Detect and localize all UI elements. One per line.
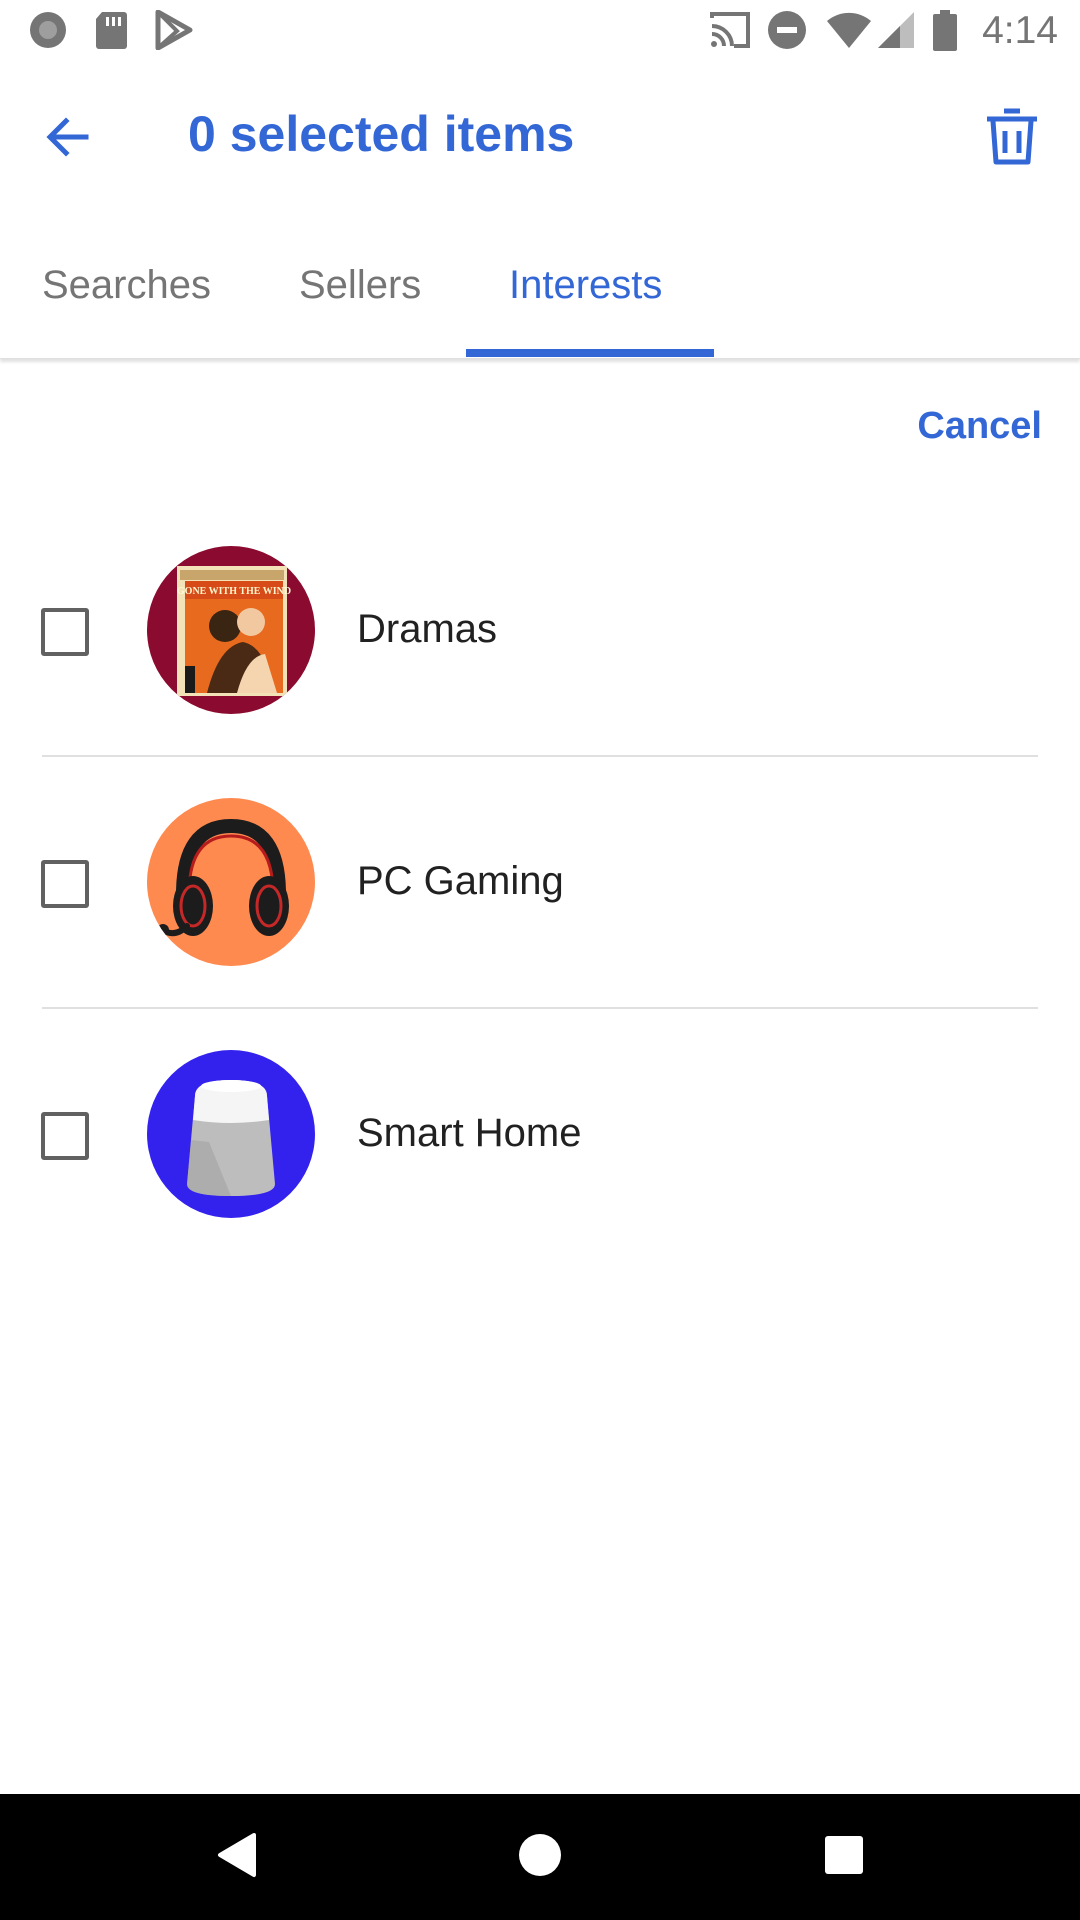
dvd-title-text: GONE WITH THE WIND xyxy=(177,586,291,597)
smart-home-avatar xyxy=(147,1050,315,1218)
system-nav-bar xyxy=(0,1794,1080,1920)
tab-sellers[interactable]: Sellers xyxy=(299,263,421,308)
list-item[interactable]: GONE WITH THE WIND Dramas xyxy=(0,505,1080,757)
nav-recents-icon xyxy=(823,1834,865,1881)
headset-icon xyxy=(147,798,315,966)
item-checkbox[interactable] xyxy=(41,1112,89,1160)
sd-card-icon xyxy=(94,10,128,55)
tab-searches[interactable]: Searches xyxy=(42,263,211,308)
list-item[interactable]: PC Gaming xyxy=(0,757,1080,1009)
dramas-avatar: GONE WITH THE WIND xyxy=(147,546,315,714)
wifi-icon xyxy=(826,10,872,55)
nav-home-button[interactable] xyxy=(500,1817,580,1897)
trash-icon xyxy=(984,107,1040,172)
cancel-button[interactable]: Cancel xyxy=(917,405,1042,448)
back-button[interactable] xyxy=(30,101,106,177)
nav-recents-button[interactable] xyxy=(804,1817,884,1897)
nav-home-icon xyxy=(517,1832,563,1883)
item-checkbox[interactable] xyxy=(41,608,89,656)
signal-icon xyxy=(876,10,916,55)
tab-interests[interactable]: Interests xyxy=(509,263,662,308)
nav-back-icon xyxy=(214,1831,258,1884)
arrow-back-icon xyxy=(44,113,92,166)
tab-bar: Searches Sellers Interests xyxy=(0,213,1080,359)
notification-circle-icon xyxy=(28,10,68,55)
page-title: 0 selected items xyxy=(188,106,575,162)
delete-button[interactable] xyxy=(974,101,1050,177)
status-time: 4:14 xyxy=(982,9,1058,52)
status-bar: 4:14 xyxy=(0,0,1080,63)
smart-speaker-icon xyxy=(147,1050,315,1218)
active-tab-indicator xyxy=(466,349,714,357)
app-bar: 0 selected items xyxy=(0,63,1080,213)
screen: 4:14 0 selected items Searches Sellers I… xyxy=(0,0,1080,1920)
play-store-icon xyxy=(155,9,193,55)
list-item[interactable]: Smart Home xyxy=(0,1009,1080,1261)
do-not-disturb-icon xyxy=(767,10,807,55)
item-label: PC Gaming xyxy=(357,859,564,903)
cast-icon xyxy=(708,10,752,55)
pc-gaming-avatar xyxy=(147,798,315,966)
item-checkbox[interactable] xyxy=(41,860,89,908)
interests-list: GONE WITH THE WIND Dramas PC Gaming Smar… xyxy=(0,505,1080,1261)
dvd-cover-icon: GONE WITH THE WIND xyxy=(147,546,315,714)
item-label: Smart Home xyxy=(357,1111,582,1155)
item-label: Dramas xyxy=(357,607,498,651)
nav-back-button[interactable] xyxy=(196,1817,276,1897)
battery-icon xyxy=(932,10,958,57)
